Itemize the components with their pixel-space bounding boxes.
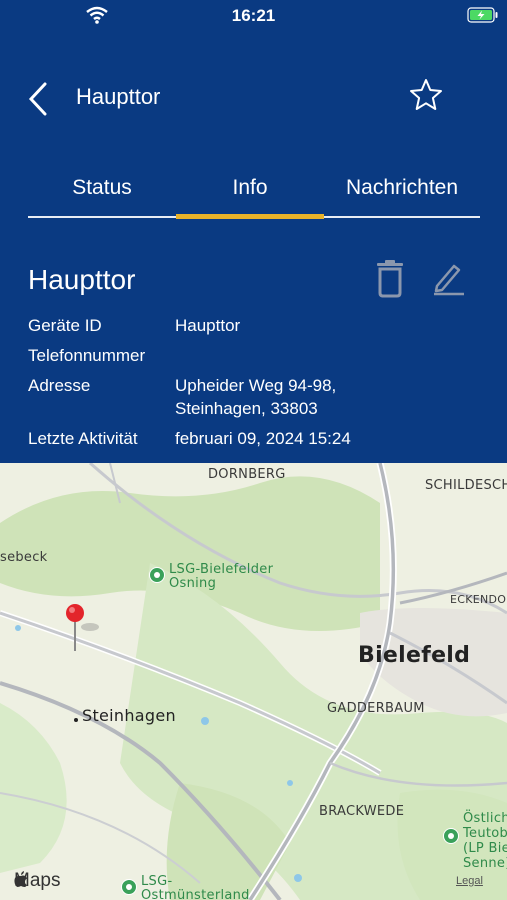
apple-logo-icon [14, 871, 27, 887]
map-label-dornberg: DORNBERG [208, 467, 286, 482]
map-label-schildesche: SCHILDESCHE [425, 478, 507, 493]
map-background [0, 463, 507, 900]
tab-active-indicator [176, 214, 324, 219]
status-bar: 16:21 [0, 0, 507, 30]
edit-icon[interactable] [432, 260, 466, 301]
map-label-lsg-ost-line2: Ostmünsterland [141, 888, 250, 900]
map-label-bielefeld: Bielefeld [358, 643, 471, 668]
device-name: Haupttor [28, 264, 136, 295]
tab-status[interactable]: Status [28, 176, 176, 200]
last-activity-value: februari 09, 2024 15:24 [175, 429, 351, 448]
park-marker-icon [149, 567, 165, 583]
map-label-eckendorf: ECKENDO [450, 593, 507, 606]
map-label-lsg-bielefelder-line1: LSG-Bielefelder [169, 562, 274, 577]
battery-charging-icon [467, 7, 499, 28]
map-label-ostlich: Östlich Teutob (LP Bie Senne) [463, 811, 507, 871]
map-label-ostlich-line3: (LP Bie [463, 841, 507, 856]
chevron-left-icon[interactable] [28, 82, 48, 121]
delete-icon[interactable] [375, 260, 405, 303]
address-line-1: Upheider Weg 94-98, [175, 376, 337, 395]
address-line-2: Steinhagen, 33803 [175, 399, 318, 418]
map-label-lsg-bielefelder-line2: Osning [169, 576, 217, 591]
address-label: Adresse [28, 376, 91, 395]
apple-maps-attribution[interactable]: Maps [14, 870, 60, 892]
legal-link[interactable]: Legal [456, 875, 483, 887]
map-label-steinhagen: Steinhagen [82, 706, 176, 725]
device-id-label: Geräte ID [28, 316, 102, 335]
top-app-bar: Haupttor [0, 70, 507, 124]
map-label-brackwede: BRACKWEDE [319, 804, 405, 819]
device-id-value: Haupttor [175, 316, 241, 335]
star-outline-icon[interactable] [408, 77, 444, 118]
map-label-lsg-ostmunsterland: LSG- Ostmünsterland [141, 875, 250, 900]
tab-info[interactable]: Info [176, 176, 324, 200]
map-label-gadderbaum: GADDERBAUM [327, 701, 425, 716]
park-marker-icon [121, 879, 137, 895]
last-activity-label: Letzte Aktivität [28, 429, 138, 448]
park-marker-icon [443, 828, 459, 844]
map-label-ostlich-line2: Teutob [463, 826, 507, 841]
map-label-ostlich-line1: Östlich [463, 811, 507, 826]
map-view[interactable]: DORNBERG SCHILDESCHE sebeck ECKENDO LSG-… [0, 463, 507, 900]
map-label-ostlich-line4: Senne) [463, 856, 507, 871]
city-dot-icon [74, 718, 78, 722]
status-time: 16:21 [231, 6, 276, 25]
map-label-lsg-bielefelder: LSG-Bielefelder Osning [169, 563, 273, 591]
map-label-isebeck: sebeck [0, 550, 48, 565]
address-value: Upheider Weg 94-98, Steinhagen, 33803 [175, 374, 336, 420]
page-title: Haupttor [76, 84, 161, 109]
tab-nachrichten[interactable]: Nachrichten [324, 176, 480, 200]
map-label-lsg-ost-line1: LSG- [141, 874, 173, 889]
tab-bar: Status Info Nachrichten [28, 170, 480, 220]
phone-label: Telefonnummer [28, 346, 146, 365]
